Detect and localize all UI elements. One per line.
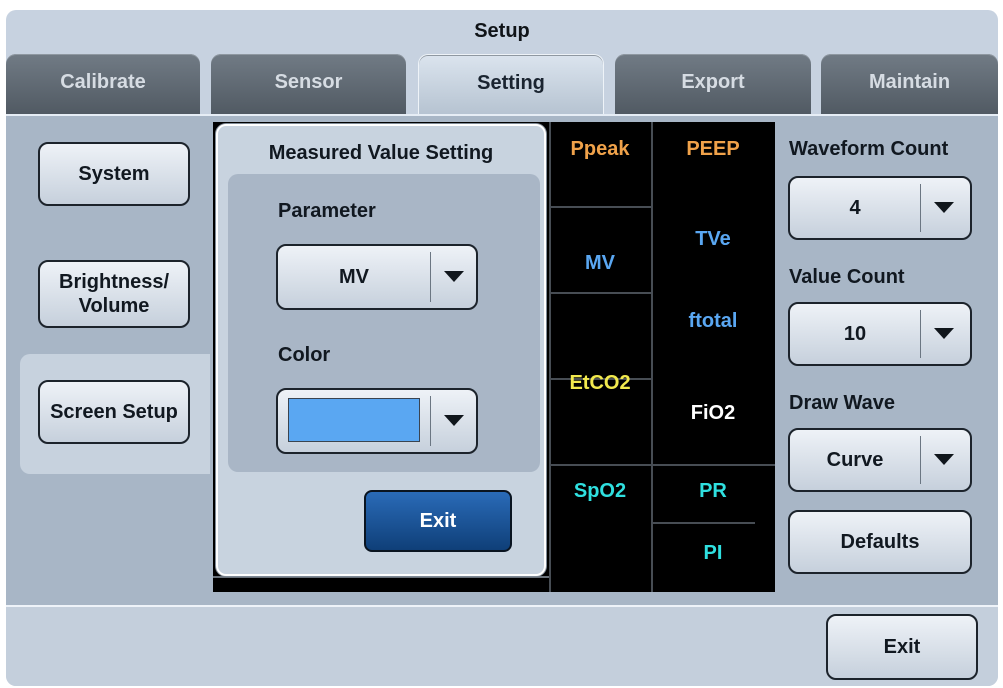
dialog-title: Measured Value Setting (268, 142, 494, 164)
dialog-panel: Parameter MV Color (228, 174, 540, 472)
sidebar-item-label: Screen Setup (50, 401, 178, 423)
sidebar-item-brightness-volume[interactable]: Brightness/ Volume (38, 260, 190, 328)
value-count-dropdown[interactable]: 10 (788, 302, 972, 366)
tab-maintain[interactable]: Maintain (821, 54, 998, 114)
sidebar-item-system[interactable]: System (38, 142, 190, 206)
color-swatch (288, 398, 420, 442)
tab-sensor[interactable]: Sensor (211, 54, 406, 114)
chevron-down-icon (444, 415, 464, 426)
chevron-down-icon (934, 328, 954, 339)
value-cell-pr[interactable]: PR (651, 480, 775, 503)
window-title: Setup (474, 20, 530, 42)
measured-value-setting-dialog: Measured Value Setting Parameter MV Colo… (216, 124, 546, 576)
footer-exit-button[interactable]: Exit (826, 614, 978, 680)
value-cell-etco2[interactable]: EtCO2 (549, 372, 651, 395)
chevron-down-icon (444, 271, 464, 282)
defaults-button[interactable]: Defaults (788, 510, 972, 574)
sidebar-item-label: System (78, 163, 150, 185)
value-cell-ftotal[interactable]: ftotal (651, 310, 775, 333)
value-cell-spo2[interactable]: SpO2 (549, 480, 651, 503)
color-label: Color (278, 344, 331, 366)
parameter-label: Parameter (278, 200, 376, 222)
draw-wave-dropdown[interactable]: Curve (788, 428, 972, 492)
draw-wave-value: Curve (826, 449, 884, 471)
value-cell-peep[interactable]: PEEP (651, 138, 775, 161)
value-cell-tve[interactable]: TVe (651, 228, 775, 251)
value-count-value: 10 (843, 323, 867, 345)
sidebar-item-screen-setup[interactable]: Screen Setup (38, 380, 190, 444)
value-cell-fio2[interactable]: FiO2 (651, 402, 775, 425)
waveform-count-value: 4 (849, 197, 861, 219)
tab-export[interactable]: Export (615, 54, 811, 114)
setup-window: Setup Calibrate Sensor Setting Export Ma… (6, 10, 998, 686)
color-dropdown[interactable] (276, 388, 478, 454)
value-cell-pi[interactable]: PI (651, 542, 775, 565)
value-cell-ppeak[interactable]: Ppeak (549, 138, 651, 161)
dialog-exit-button[interactable]: Exit (364, 490, 512, 552)
chevron-down-icon (934, 454, 954, 465)
waveform-count-label: Waveform Count (789, 138, 949, 160)
value-cell-mv[interactable]: MV (549, 252, 651, 275)
parameter-value: MV (339, 266, 369, 288)
parameter-dropdown[interactable]: MV (276, 244, 478, 310)
chevron-down-icon (934, 202, 954, 213)
waveform-count-dropdown[interactable]: 4 (788, 176, 972, 240)
draw-wave-label: Draw Wave (789, 392, 895, 414)
sidebar-item-label: Brightness/ Volume (59, 271, 170, 317)
tab-calibrate[interactable]: Calibrate (6, 54, 200, 114)
value-count-label: Value Count (789, 266, 905, 288)
